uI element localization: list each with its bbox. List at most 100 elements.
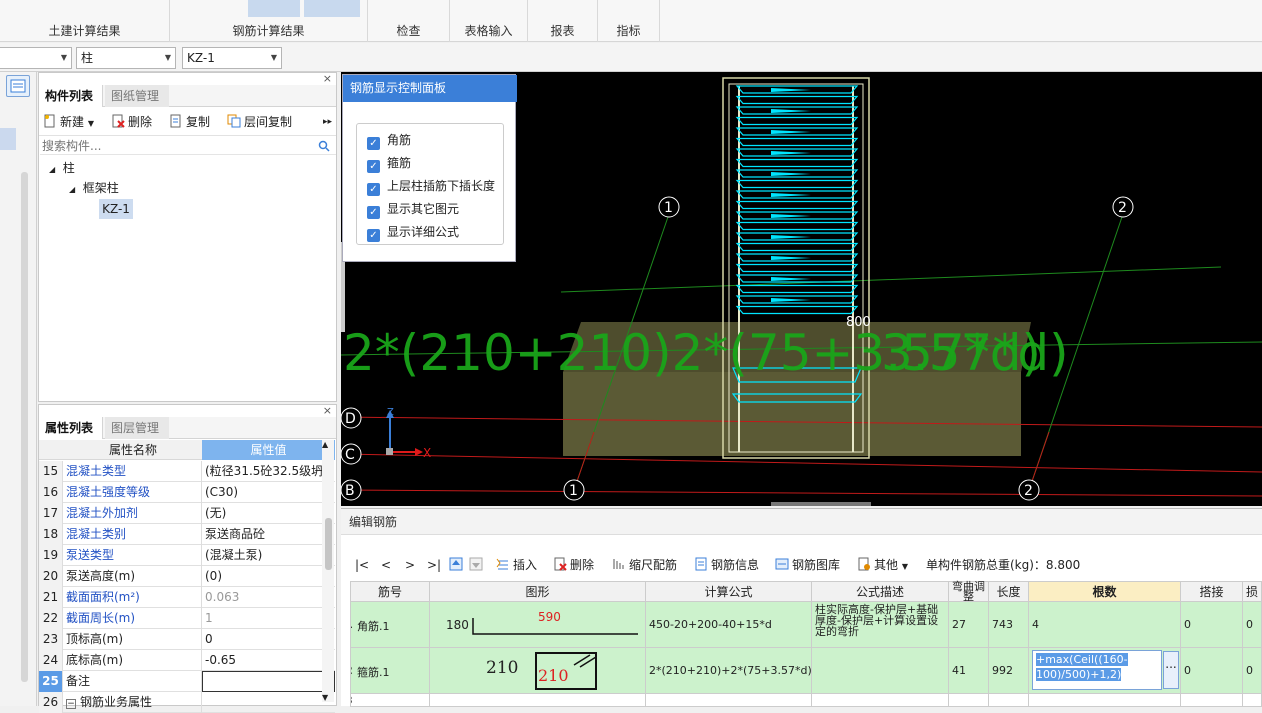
- cell-shape[interactable]: 180 590: [430, 602, 646, 648]
- cell-loss[interactable]: [1243, 694, 1262, 707]
- copy-button[interactable]: 复制: [169, 113, 210, 131]
- element-select[interactable]: KZ-1 ▼: [182, 47, 282, 69]
- property-row[interactable]: 15 混凝土类型 (粒径31.5砼32.5级坍...: [39, 461, 335, 482]
- property-value[interactable]: (混凝土泵): [202, 545, 335, 566]
- cell-desc[interactable]: [812, 648, 949, 694]
- cell-desc[interactable]: [812, 694, 949, 707]
- formula-edit-button[interactable]: ...: [1163, 651, 1179, 689]
- cell-bar-no[interactable]: 2 箍筋.1: [350, 648, 430, 694]
- property-row[interactable]: 20 泵送高度(m) (0): [39, 566, 335, 587]
- cell-count[interactable]: 4: [1029, 602, 1181, 648]
- property-value[interactable]: -0.65: [202, 650, 335, 671]
- option-show-other-elements[interactable]: ✓ 显示其它图元: [367, 201, 459, 219]
- floor-select[interactable]: ▼: [0, 47, 72, 69]
- nav-last-button[interactable]: >|: [427, 557, 441, 573]
- close-icon[interactable]: ×: [323, 404, 332, 417]
- cell-formula[interactable]: [646, 694, 812, 707]
- property-row[interactable]: 18 混凝土类别 泵送商品砼: [39, 524, 335, 545]
- property-value[interactable]: 泵送商品砼: [202, 524, 335, 545]
- option-stirrup[interactable]: ✓ 箍筋: [367, 155, 411, 173]
- cell-bend[interactable]: 41: [949, 648, 989, 694]
- property-value[interactable]: (无): [202, 503, 335, 524]
- option-upper-insert-length[interactable]: ✓ 上层柱插筋下插长度: [367, 178, 495, 196]
- left-scrollbar[interactable]: [21, 172, 28, 682]
- cell-lap[interactable]: 0: [1181, 648, 1243, 694]
- cell-formula[interactable]: 2*(210+210)+2*(75+3.57*d): [646, 648, 812, 694]
- property-value[interactable]: [202, 671, 335, 692]
- cell-shape[interactable]: 210 210: [430, 648, 646, 694]
- checkbox-checked-icon[interactable]: ✓: [367, 160, 380, 173]
- scroll-thumb[interactable]: [325, 518, 332, 570]
- property-row[interactable]: 24 底标高(m) -0.65: [39, 650, 335, 671]
- move-up-icon[interactable]: [449, 557, 463, 575]
- cell-bend[interactable]: [949, 694, 989, 707]
- property-row[interactable]: 26− 钢筋业务属性: [39, 692, 335, 713]
- cell-length[interactable]: 743: [989, 602, 1029, 648]
- splitter-handle-bottom[interactable]: [771, 502, 871, 506]
- layout-icon[interactable]: [6, 75, 30, 97]
- cell-count-editing[interactable]: +max(Ceil((160-100)/500)+1,2)...: [1029, 648, 1181, 694]
- cell-count[interactable]: [1029, 694, 1181, 707]
- ribbon-group-report[interactable]: 报表: [528, 0, 598, 42]
- property-value[interactable]: 1: [202, 608, 335, 629]
- component-search[interactable]: [40, 137, 336, 155]
- property-row[interactable]: 25 备注: [39, 671, 335, 692]
- nav-prev-button[interactable]: <: [381, 557, 391, 573]
- cell-loss[interactable]: 0: [1243, 602, 1262, 648]
- property-row[interactable]: 21 截面面积(m²) 0.063: [39, 587, 335, 608]
- rebar-info-button[interactable]: 钢筋信息: [694, 557, 759, 573]
- property-row[interactable]: 17 混凝土外加剂 (无): [39, 503, 335, 524]
- cell-length[interactable]: 992: [989, 648, 1029, 694]
- cell-lap[interactable]: [1181, 694, 1243, 707]
- new-button[interactable]: 新建 ▼: [43, 113, 94, 133]
- property-value[interactable]: 0: [202, 629, 335, 650]
- property-value[interactable]: [202, 692, 335, 713]
- cell-lap[interactable]: 0: [1181, 602, 1243, 648]
- ribbon-group-table-input[interactable]: 表格输入: [450, 0, 528, 42]
- cell-bar-no[interactable]: 3: [350, 694, 430, 707]
- tree-node-kz1[interactable]: KZ-1: [99, 199, 133, 219]
- option-corner-rebar[interactable]: ✓ 角筋: [367, 132, 411, 150]
- checkbox-checked-icon[interactable]: ✓: [367, 229, 380, 242]
- other-button[interactable]: 其他 ▼: [857, 557, 908, 575]
- scale-rebar-button[interactable]: 缩尺配筋: [612, 557, 677, 573]
- floor-copy-button[interactable]: 层间复制: [227, 113, 292, 131]
- property-value[interactable]: (0): [202, 566, 335, 587]
- tree-node-column[interactable]: ◢ 柱: [49, 159, 75, 179]
- search-icon[interactable]: [318, 140, 330, 152]
- more-icon[interactable]: ▸▸: [323, 113, 332, 131]
- ribbon-group-check[interactable]: 检查: [368, 0, 450, 42]
- nav-first-button[interactable]: |<: [355, 557, 369, 573]
- checkbox-checked-icon[interactable]: ✓: [367, 183, 380, 196]
- tab-property-list[interactable]: 属性列表: [39, 417, 103, 439]
- cell-length[interactable]: [989, 694, 1029, 707]
- cell-bar-no[interactable]: 1 角筋.1: [350, 602, 430, 648]
- scroll-up-icon[interactable]: ▲: [322, 440, 328, 449]
- insert-button[interactable]: 插入: [496, 557, 537, 573]
- tab-component-list[interactable]: 构件列表: [39, 85, 103, 107]
- collapse-box-icon[interactable]: −: [66, 699, 76, 709]
- delete-button[interactable]: 删除: [111, 113, 152, 131]
- tree-node-frame-column[interactable]: ◢ 框架柱: [69, 179, 119, 199]
- property-value[interactable]: 0.063: [202, 587, 335, 608]
- checkbox-checked-icon[interactable]: ✓: [367, 137, 380, 150]
- scroll-down-icon[interactable]: ▼: [322, 693, 328, 702]
- cell-formula[interactable]: 450-20+200-40+15*d: [646, 602, 812, 648]
- cell-shape[interactable]: [430, 694, 646, 707]
- property-value[interactable]: (C30): [202, 482, 335, 503]
- tab-drawing-management[interactable]: 图纸管理: [105, 85, 169, 107]
- property-value[interactable]: (粒径31.5砼32.5级坍...: [202, 461, 335, 482]
- type-select[interactable]: 柱 ▼: [76, 47, 176, 69]
- property-scrollbar[interactable]: ▲ ▼: [322, 440, 334, 702]
- cell-loss[interactable]: 0: [1243, 648, 1262, 694]
- close-icon[interactable]: ×: [323, 72, 332, 85]
- delete-row-button[interactable]: 删除: [553, 557, 594, 573]
- rebar-library-button[interactable]: 钢筋图库: [775, 557, 840, 573]
- nav-next-button[interactable]: >: [405, 557, 415, 573]
- ribbon-group-indicator[interactable]: 指标: [598, 0, 660, 42]
- ribbon-group-civil-results[interactable]: 土建计算结果: [0, 0, 170, 42]
- search-input[interactable]: [42, 138, 312, 154]
- count-formula-input[interactable]: +max(Ceil((160-100)/500)+1,2): [1032, 650, 1162, 690]
- tab-layer-management[interactable]: 图层管理: [105, 417, 169, 439]
- option-show-detailed-formula[interactable]: ✓ 显示详细公式: [367, 224, 459, 242]
